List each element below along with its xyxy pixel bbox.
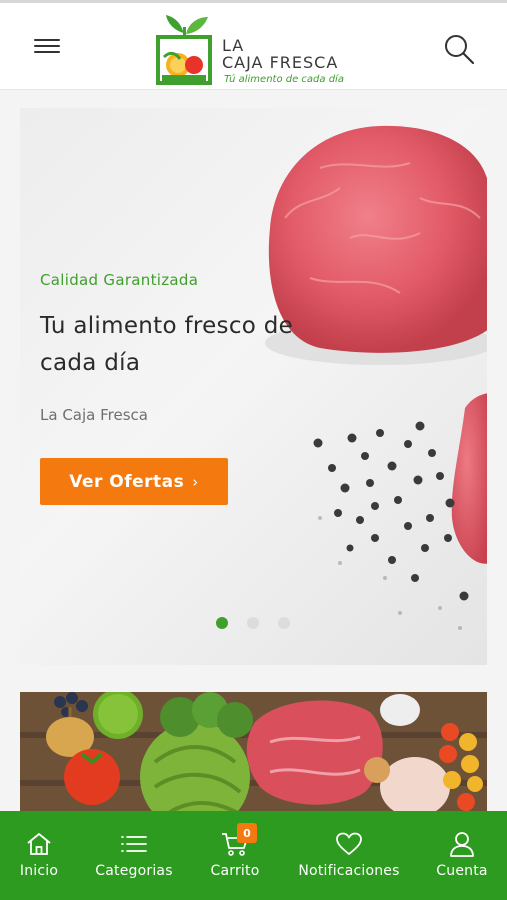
nav-item-inicio[interactable]: Inicio	[14, 811, 64, 900]
produce-image	[20, 692, 487, 822]
search-icon	[445, 35, 475, 65]
carousel-dots	[216, 617, 290, 629]
nav-label-inicio: Inicio	[19, 863, 59, 879]
nav-label-carrito: Carrito	[210, 863, 260, 879]
hero-title: Tu alimento fresco de cada día	[40, 313, 294, 376]
search-button[interactable]	[443, 33, 475, 65]
nav-label-categorias: Categorias	[95, 863, 173, 879]
carousel-dot-3[interactable]	[278, 617, 290, 629]
nav-item-cuenta[interactable]: Cuenta	[432, 811, 492, 900]
brand-logo[interactable]: LA CAJA FRESCA Tú alimento de cada día	[154, 9, 354, 89]
list-icon	[121, 836, 147, 852]
heart-icon	[336, 832, 362, 855]
meat-image	[265, 125, 487, 630]
home-icon	[27, 833, 51, 855]
hero-brand-text: La Caja Fresca	[40, 406, 148, 424]
carousel-dot-1[interactable]	[216, 617, 228, 629]
nav-item-notificaciones[interactable]: Notificaciones	[294, 811, 404, 900]
nav-label-cuenta: Cuenta	[436, 863, 488, 879]
hero-carousel[interactable]: Calidad Garantizada Tu alimento fresco d…	[20, 108, 487, 665]
brand-tagline: Tú alimento de cada día	[224, 74, 344, 85]
menu-button[interactable]	[34, 37, 60, 57]
logo-box-icon	[156, 15, 212, 85]
chevron-right-icon: ›	[192, 472, 199, 491]
nav-item-carrito[interactable]: 0 Carrito	[204, 811, 266, 900]
nav-item-categorias[interactable]: Categorias	[88, 811, 180, 900]
brand-name-line2: CAJA FRESCA	[222, 53, 339, 72]
user-icon	[450, 832, 474, 857]
cart-count-badge: 0	[237, 823, 257, 843]
carousel-dot-2[interactable]	[247, 617, 259, 629]
nav-label-notificaciones: Notificaciones	[298, 863, 400, 879]
bottom-navigation: Inicio Categorias 0 Carrito Notificacion…	[0, 811, 507, 900]
hero-subtitle: Calidad Garantizada	[40, 271, 199, 289]
see-offers-button[interactable]: Ver Ofertas ›	[40, 458, 228, 505]
app-header: LA CAJA FRESCA Tú alimento de cada día	[0, 3, 507, 90]
hamburger-icon	[34, 39, 60, 41]
produce-banner[interactable]	[20, 692, 487, 822]
see-offers-label: Ver Ofertas	[69, 471, 185, 492]
